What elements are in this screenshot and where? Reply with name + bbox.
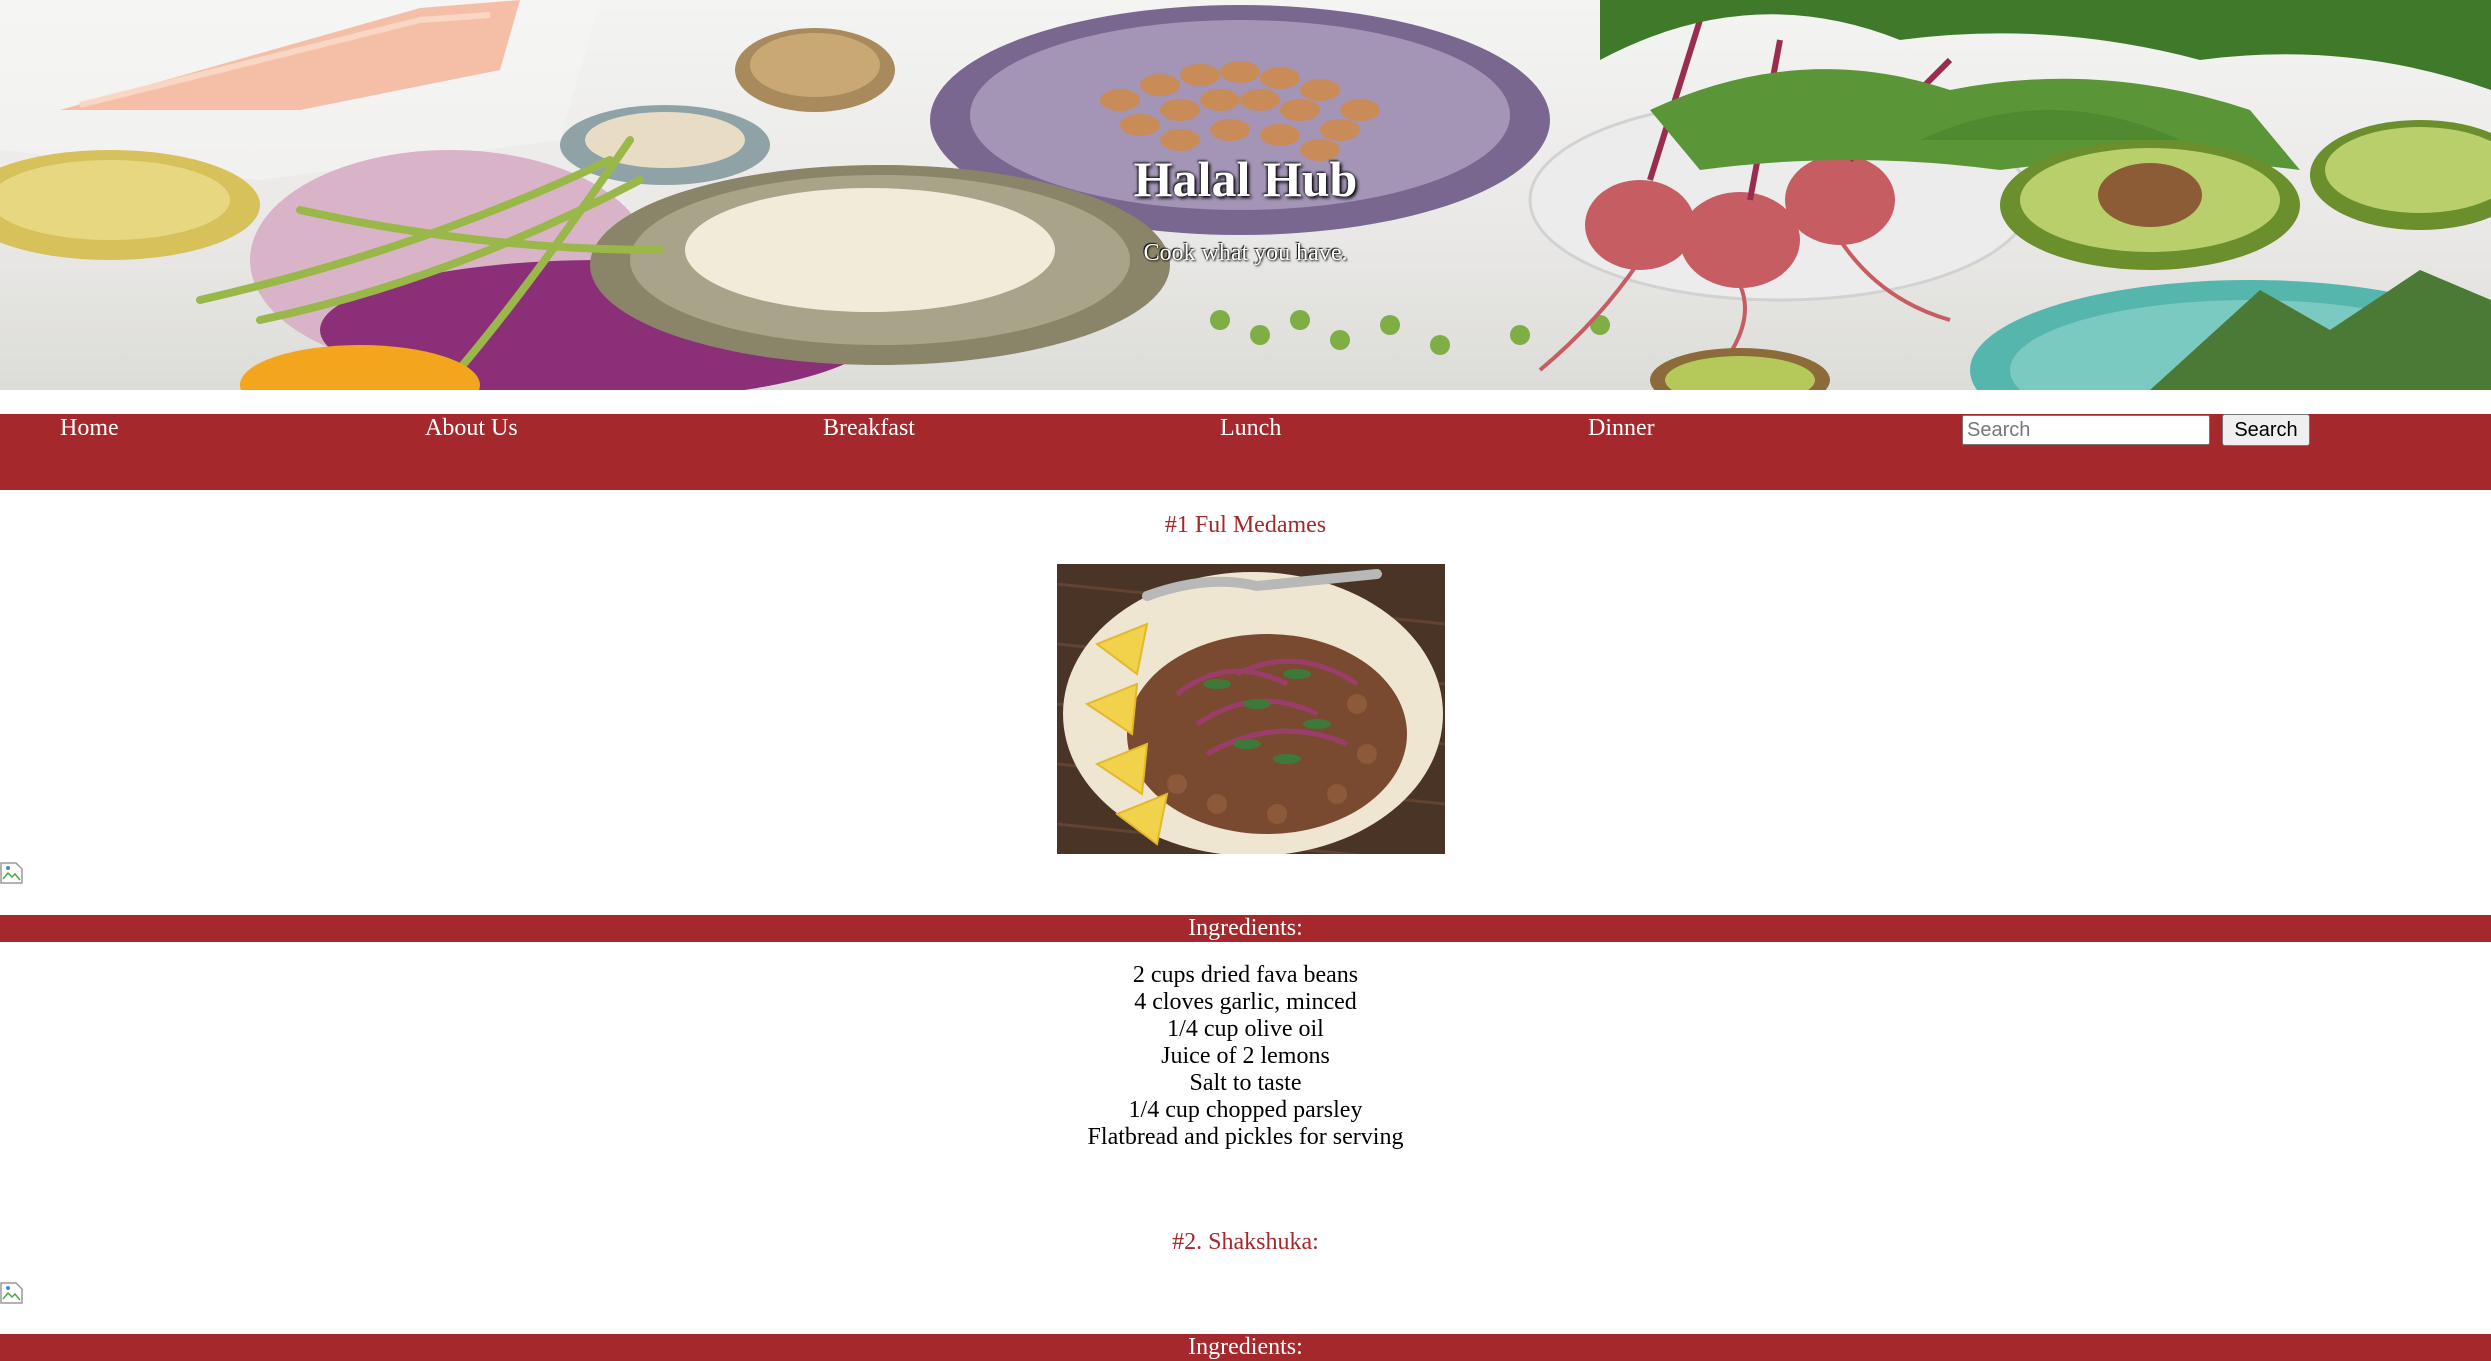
broken-image-icon [0,1282,23,1304]
hero-banner: Halal Hub Cook what you have. [0,0,2491,390]
search-button[interactable]: Search [2222,414,2310,446]
ful-medames-photo [1057,564,1445,854]
ingredient-item: 1/4 cup chopped parsley [1128,1097,1363,1123]
recipe-title: #2. Shakshuka: [1172,1229,1319,1255]
nav-lunch-link[interactable]: Lunch [1220,415,1281,442]
recipe-title: #1 Ful Medames [1164,512,1327,538]
ingredients-header: Ingredients: [0,915,2491,942]
site-tagline: Cook what you have. [1143,240,1348,266]
ingredient-item: 1/4 cup olive oil [1167,1016,1324,1042]
ingredient-item: 2 cups dried fava beans [1132,962,1359,988]
ingredient-item: Salt to taste [1189,1070,1302,1096]
ingredient-item: Juice of 2 lemons [1161,1043,1330,1069]
search-input[interactable] [1962,415,2210,445]
nav-about-us-link[interactable]: About Us [425,415,518,442]
nav-dinner-link[interactable]: Dinner [1588,415,1655,442]
main-nav: Home About Us Breakfast Lunch Dinner Sea… [0,414,2491,490]
ingredient-item: Flatbread and pickles for serving [1087,1124,1404,1150]
ingredients-header: Ingredients: [0,1334,2491,1361]
site-title: Halal Hub [1133,151,1358,207]
nav-breakfast-link[interactable]: Breakfast [823,415,915,442]
ingredient-item: 4 cloves garlic, minced [1134,989,1357,1015]
nav-home-link[interactable]: Home [60,415,119,442]
ingredients-list: 2 cups dried fava beans 4 cloves garlic,… [0,962,2491,1151]
broken-image-icon [0,862,23,884]
